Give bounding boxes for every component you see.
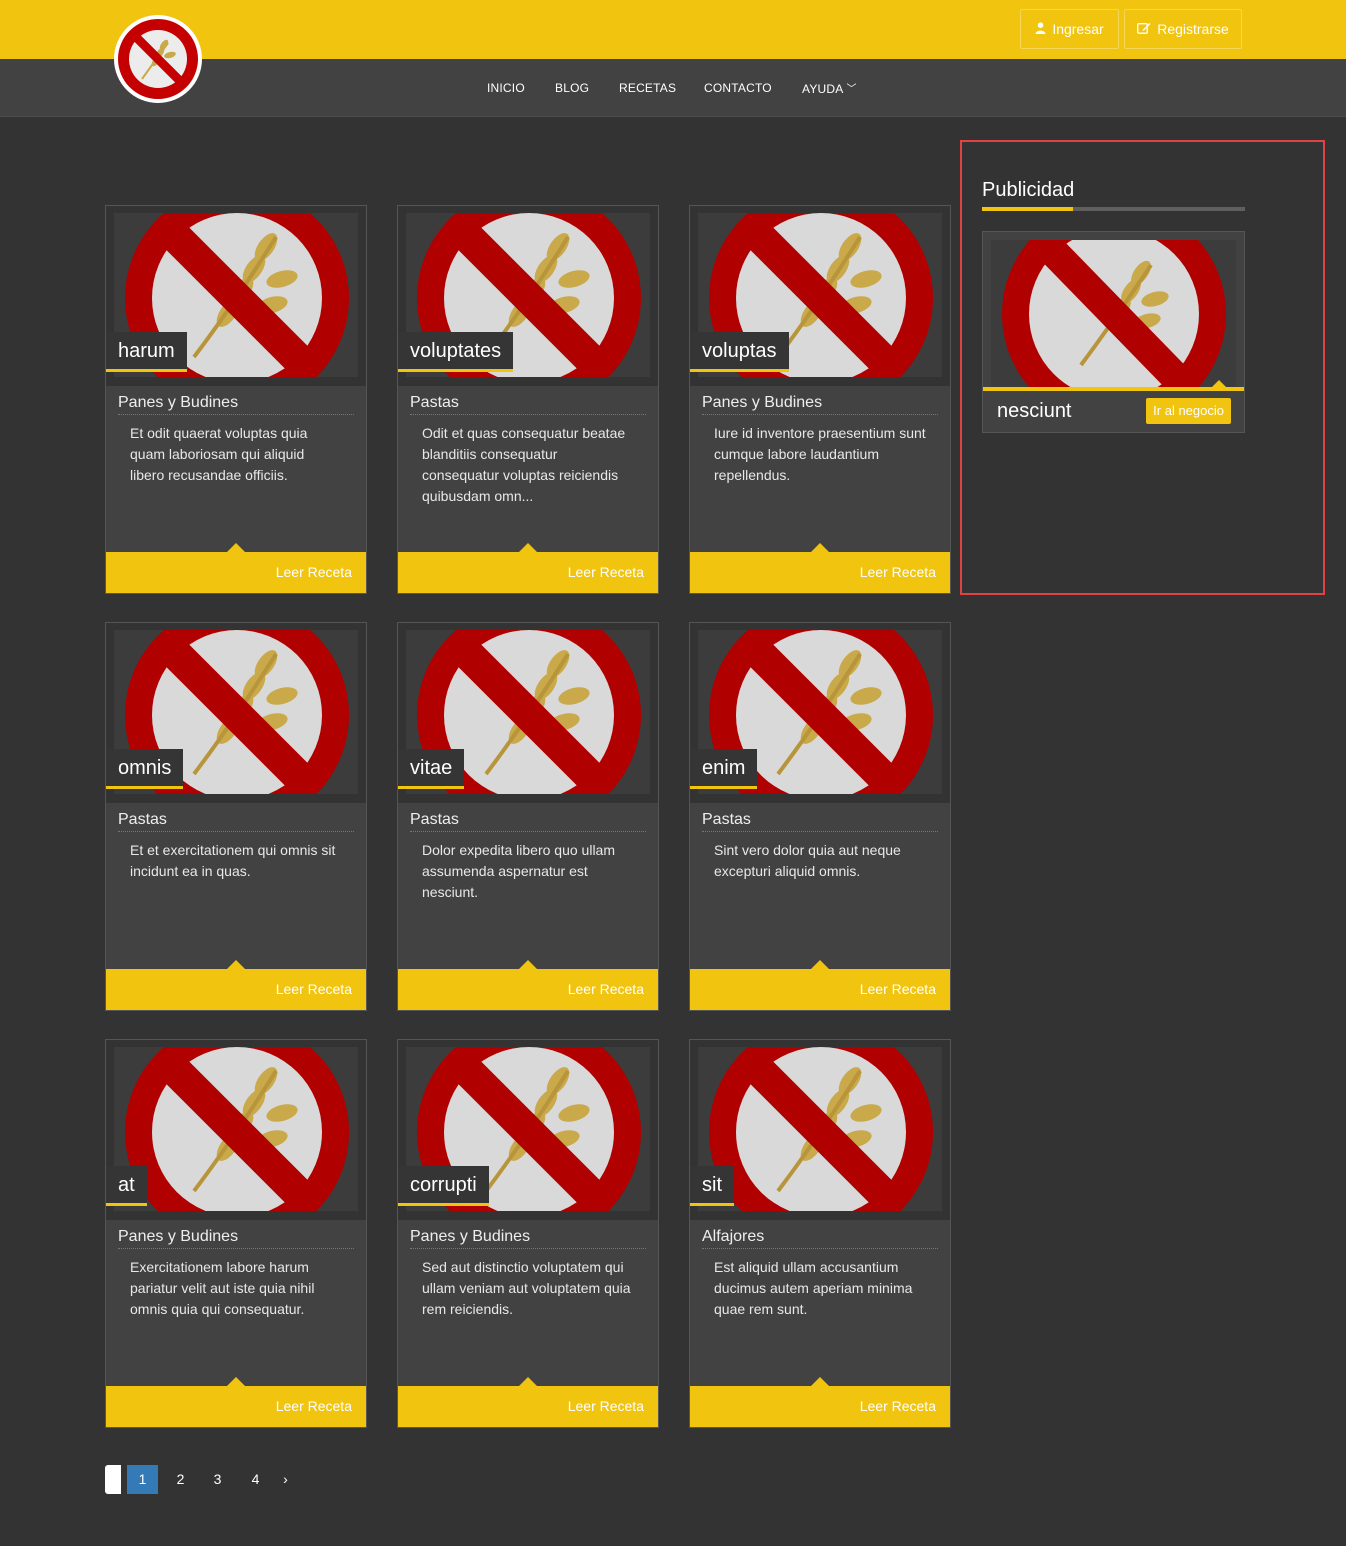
advertising-sidebar: Publicidad nesciunt Ir al negocio <box>960 140 1325 595</box>
recipe-description: Sed aut distinctio voluptatem qui ullam … <box>422 1259 631 1317</box>
read-recipe-link[interactable]: Leer Receta <box>276 564 352 580</box>
recipe-category: Pastas <box>118 811 354 832</box>
read-recipe-link[interactable]: Leer Receta <box>860 1398 936 1414</box>
recipe-title[interactable]: harum <box>106 332 187 372</box>
recipe-title[interactable]: sit <box>690 1166 734 1206</box>
recipe-card: at Panes y Budines Exercitationem labore… <box>105 1039 367 1428</box>
recipe-description: Et et exercitationem qui omnis sit incid… <box>130 842 336 879</box>
recipe-card-footer: Leer Receta <box>398 1377 658 1427</box>
recipe-card-footer: Leer Receta <box>398 960 658 1010</box>
recipe-card-footer: Leer Receta <box>690 960 950 1010</box>
recipe-title[interactable]: voluptas <box>690 332 789 372</box>
read-recipe-link[interactable]: Leer Receta <box>568 564 644 580</box>
login-label: Ingresar <box>1052 21 1104 37</box>
register-label: Registrarse <box>1157 21 1229 37</box>
recipe-card: voluptates Pastas Odit et quas consequat… <box>397 205 659 594</box>
recipe-card-footer: Leer Receta <box>690 1377 950 1427</box>
recipe-card-footer: Leer Receta <box>398 543 658 593</box>
read-recipe-link[interactable]: Leer Receta <box>860 564 936 580</box>
recipe-category: Pastas <box>410 394 646 415</box>
recipe-card: enim Pastas Sint vero dolor quia aut neq… <box>689 622 951 1011</box>
recipe-description: Iure id inventore praesentium sunt cumqu… <box>714 425 926 483</box>
next-page-button[interactable]: › <box>270 1465 301 1494</box>
recipe-card: corrupti Panes y Budines Sed aut distinc… <box>397 1039 659 1428</box>
nav-item-inicio[interactable]: INICIO <box>487 81 525 95</box>
recipe-description: Est aliquid ullam accusantium ducimus au… <box>714 1259 913 1317</box>
ad-card: nesciunt Ir al negocio <box>982 231 1245 433</box>
ad-name: nesciunt <box>997 400 1072 422</box>
recipe-title[interactable]: vitae <box>398 749 465 789</box>
page-1[interactable]: 1 <box>127 1465 158 1494</box>
read-recipe-link[interactable]: Leer Receta <box>860 981 936 997</box>
recipe-description: Dolor expedita libero quo ullam assumend… <box>422 842 615 900</box>
ad-accent-bar <box>983 380 1244 391</box>
recipe-description: Odit et quas consequatur beatae blanditi… <box>422 425 626 504</box>
recipe-card-footer: Leer Receta <box>106 1377 366 1427</box>
recipe-title[interactable]: corrupti <box>398 1166 489 1206</box>
recipe-description: Et odit quaerat voluptas quia quam labor… <box>130 425 308 483</box>
user-icon <box>1035 22 1046 36</box>
site-logo[interactable] <box>112 13 204 105</box>
page-4[interactable]: 4 <box>240 1465 271 1494</box>
recipe-description: Exercitationem labore harum pariatur vel… <box>130 1259 315 1317</box>
nav-item-blog[interactable]: BLOG <box>555 81 589 95</box>
register-button[interactable]: Registrarse <box>1124 9 1242 49</box>
recipe-category: Alfajores <box>702 1228 938 1249</box>
page-3[interactable]: 3 <box>202 1465 233 1494</box>
recipe-category: Pastas <box>410 811 646 832</box>
recipe-title[interactable]: at <box>106 1166 147 1206</box>
nav-item-ayuda-label: AYUDA <box>802 82 844 96</box>
read-recipe-link[interactable]: Leer Receta <box>276 1398 352 1414</box>
recipe-card-footer: Leer Receta <box>690 543 950 593</box>
ad-image[interactable] <box>991 240 1236 388</box>
recipe-card: voluptas Panes y Budines Iure id invento… <box>689 205 951 594</box>
recipe-category: Panes y Budines <box>118 1228 354 1249</box>
recipe-category: Panes y Budines <box>702 394 938 415</box>
sidebar-heading: Publicidad <box>982 179 1075 201</box>
chevron-down-icon: ﹀ <box>846 84 857 95</box>
page-2[interactable]: 2 <box>165 1465 196 1494</box>
sidebar-heading-rule <box>982 207 1245 211</box>
nav-item-contacto[interactable]: CONTACTO <box>704 81 772 95</box>
recipe-category: Panes y Budines <box>118 394 354 415</box>
edit-icon <box>1137 22 1151 36</box>
read-recipe-link[interactable]: Leer Receta <box>276 981 352 997</box>
read-recipe-link[interactable]: Leer Receta <box>568 1398 644 1414</box>
recipe-card: omnis Pastas Et et exercitationem qui om… <box>105 622 367 1011</box>
recipe-title[interactable]: voluptates <box>398 332 514 372</box>
recipe-description: Sint vero dolor quia aut neque excepturi… <box>714 842 901 879</box>
recipe-category: Panes y Budines <box>410 1228 646 1249</box>
recipe-card-footer: Leer Receta <box>106 960 366 1010</box>
login-button[interactable]: Ingresar <box>1020 9 1119 49</box>
nav-item-recetas[interactable]: RECETAS <box>619 81 676 95</box>
recipe-title[interactable]: enim <box>690 749 758 789</box>
pagination-prev[interactable] <box>105 1465 121 1494</box>
recipe-title[interactable]: omnis <box>106 749 184 789</box>
recipe-card: sit Alfajores Est aliquid ullam accusant… <box>689 1039 951 1428</box>
read-recipe-link[interactable]: Leer Receta <box>568 981 644 997</box>
nav-item-ayuda[interactable]: AYUDA ﹀ <box>802 81 857 96</box>
recipe-card-footer: Leer Receta <box>106 543 366 593</box>
recipe-card: harum Panes y Budines Et odit quaerat vo… <box>105 205 367 594</box>
recipe-category: Pastas <box>702 811 938 832</box>
recipe-card: vitae Pastas Dolor expedita libero quo u… <box>397 622 659 1011</box>
go-to-business-button[interactable]: Ir al negocio <box>1146 398 1231 424</box>
